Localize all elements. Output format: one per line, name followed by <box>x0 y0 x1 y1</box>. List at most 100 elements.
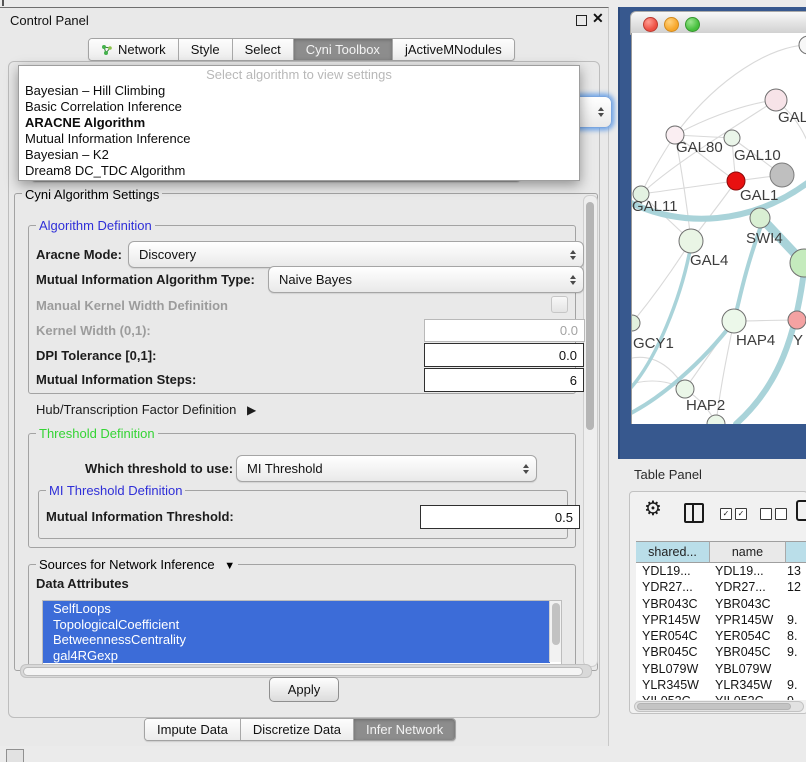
mac-zoom-button[interactable] <box>685 17 700 32</box>
tab-infer-network[interactable]: Infer Network <box>353 719 455 740</box>
which-threshold-combo[interactable]: MI Threshold <box>236 455 537 482</box>
split-columns-divider <box>692 505 694 521</box>
apply-button[interactable]: Apply <box>269 677 339 702</box>
network-node-gal10[interactable] <box>724 130 740 146</box>
data-attributes-list: SelfLoops TopologicalCoefficient Between… <box>42 600 562 665</box>
table-row[interactable]: YPR145W YPR145W 9. <box>636 612 806 628</box>
table-row[interactable]: YDR27... YDR27... 12 <box>636 579 806 595</box>
cell-shared-name: YDL19... <box>636 563 709 579</box>
table-row[interactable]: YBR045C YBR045C 9. <box>636 644 806 660</box>
network-node-gcy1[interactable] <box>632 315 640 331</box>
network-node[interactable] <box>788 311 806 329</box>
dropdown-item[interactable]: Basic Correlation Inference <box>19 99 579 115</box>
docked-window-icon[interactable] <box>6 749 24 762</box>
dropdown-item[interactable]: Dream8 DC_TDC Algorithm <box>19 163 579 179</box>
tab-network-label: Network <box>118 42 166 57</box>
mi-threshold-value: 0.5 <box>555 510 573 525</box>
aracne-mode-combo[interactable]: Discovery <box>128 241 584 268</box>
network-node-gal4[interactable] <box>679 229 703 253</box>
list-item[interactable]: gal4RGexp <box>43 648 550 664</box>
gear-icon[interactable]: ⚙ <box>644 496 662 521</box>
table-row[interactable]: YER054C YER054C 8. <box>636 628 806 644</box>
node-label: SWI4 <box>746 230 783 247</box>
dpi-tolerance-field[interactable]: 0.0 <box>424 343 584 367</box>
tab-infer-network-label: Infer Network <box>366 722 443 737</box>
table-row[interactable]: YBR043C YBR043C <box>636 596 806 612</box>
table-hscrollbar[interactable] <box>634 701 804 712</box>
tab-jactivemnodules-label: jActiveMNodules <box>405 42 502 57</box>
mac-close-button[interactable] <box>643 17 658 32</box>
network-window-titlebar[interactable] <box>630 11 806 35</box>
aracne-mode-label: Aracne Mode: <box>36 247 122 262</box>
new-table-icon[interactable] <box>796 500 806 521</box>
list-item[interactable]: SelfLoops <box>43 601 550 617</box>
tab-select[interactable]: Select <box>232 39 293 60</box>
network-graph: GAL GAL80 GAL10 GAL1 GAL11 SWI4 GAL4 GCY… <box>632 33 806 424</box>
list-scrollbar-thumb[interactable] <box>552 603 560 645</box>
tab-network[interactable]: Network <box>89 39 178 60</box>
table-row[interactable]: YBL079W YBL079W <box>636 661 806 677</box>
column-header-shared-name[interactable]: shared... <box>636 541 710 563</box>
list-item[interactable]: BetweennessCentrality <box>43 632 550 648</box>
settings-scrollbar-thumb[interactable] <box>586 202 594 430</box>
mi-steps-field[interactable]: 6 <box>424 368 584 392</box>
split-columns-icon[interactable] <box>684 503 704 523</box>
table-body: YDL19... YDL19... 13 YDR27... YDR27... 1… <box>636 563 806 700</box>
data-attributes-label: Data Attributes <box>36 576 129 591</box>
hub-definition-expander[interactable]: Hub/Transcription Factor Definition ▶ <box>36 402 256 417</box>
network-node[interactable] <box>707 415 725 424</box>
network-node[interactable] <box>799 36 806 54</box>
tab-style[interactable]: Style <box>178 39 232 60</box>
mi-steps-value: 6 <box>570 373 577 388</box>
dropdown-item-selected[interactable]: ARACNE Algorithm <box>19 115 579 131</box>
network-node-swi4[interactable] <box>750 208 770 228</box>
table-row[interactable]: YIL052C YIL052C 9 <box>636 693 806 700</box>
float-window-icon[interactable] <box>576 15 587 26</box>
list-scrollbar[interactable] <box>549 601 561 662</box>
collapse-down-icon: ▼ <box>224 560 235 572</box>
column-header-name[interactable]: name <box>710 541 786 563</box>
cell-value: 8. <box>784 628 806 644</box>
tab-impute-data-label: Impute Data <box>157 722 228 737</box>
list-item[interactable]: TopologicalCoefficient <box>43 617 550 633</box>
sources-expander[interactable]: Sources for Network Inference ▼ <box>36 557 238 572</box>
cell-value: 13 <box>784 563 806 579</box>
tab-jactivemnodules[interactable]: jActiveMNodules <box>392 39 514 60</box>
cell-name: YER054C <box>709 628 784 644</box>
dpi-tolerance-label: DPI Tolerance [0,1]: <box>36 348 156 363</box>
node-label: GAL80 <box>676 139 723 156</box>
network-node[interactable] <box>765 89 787 111</box>
table-row[interactable]: YLR345W YLR345W 9. <box>636 677 806 693</box>
mi-type-combo[interactable]: Naive Bayes <box>268 266 584 293</box>
dropdown-item[interactable]: Mutual Information Inference <box>19 131 579 147</box>
manual-kernel-checkbox[interactable] <box>551 296 568 313</box>
cell-shared-name: YBL079W <box>636 661 709 677</box>
hide-all-columns-icon[interactable] <box>760 508 787 520</box>
network-node-hap2[interactable] <box>676 380 694 398</box>
close-icon[interactable]: ✕ <box>592 10 604 27</box>
table-hscrollbar-thumb[interactable] <box>637 703 791 710</box>
dropdown-prompt: Select algorithm to view settings <box>19 66 579 83</box>
settings-scrollbar[interactable] <box>583 195 598 667</box>
settings-hscrollbar[interactable] <box>20 664 592 678</box>
table-row[interactable]: YDL19... YDL19... 13 <box>636 563 806 579</box>
show-all-columns-icon[interactable]: ✓ ✓ <box>720 508 747 520</box>
cyni-bottom-tabbar: Impute Data Discretize Data Infer Networ… <box>144 718 456 741</box>
dropdown-item[interactable]: Bayesian – K2 <box>19 147 579 163</box>
sources-title: Sources for Network Inference <box>39 557 215 572</box>
which-threshold-value: MI Threshold <box>247 461 323 476</box>
tab-cyni-toolbox[interactable]: Cyni Toolbox <box>293 39 392 60</box>
column-header-clipped[interactable]: A <box>786 541 806 563</box>
dropdown-item[interactable]: Bayesian – Hill Climbing <box>19 83 579 99</box>
network-node-hap4[interactable] <box>722 309 746 333</box>
kernel-width-field[interactable]: 0.0 <box>424 319 585 342</box>
network-node[interactable] <box>770 163 794 187</box>
mi-threshold-field[interactable]: 0.5 <box>420 505 580 529</box>
apply-button-label: Apply <box>288 682 321 697</box>
settings-hscrollbar-thumb[interactable] <box>23 667 583 676</box>
tab-discretize-data[interactable]: Discretize Data <box>240 719 353 740</box>
mac-minimize-button[interactable] <box>664 17 679 32</box>
cell-name: YDL19... <box>709 563 784 579</box>
network-canvas[interactable]: GAL GAL80 GAL10 GAL1 GAL11 SWI4 GAL4 GCY… <box>631 33 806 424</box>
tab-impute-data[interactable]: Impute Data <box>145 719 240 740</box>
